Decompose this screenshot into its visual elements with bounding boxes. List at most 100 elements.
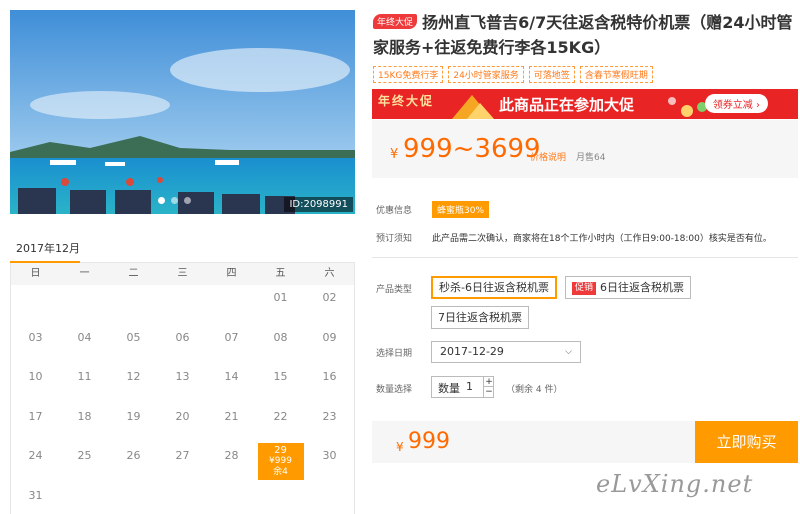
- beach-photo-graphic: [10, 10, 355, 214]
- price-box: ¥ 999~3699 价格说明 月售64: [372, 120, 798, 178]
- calendar-day-selected[interactable]: 29 ¥999 余4: [257, 443, 304, 481]
- feature-tag: 15KG免费行李: [373, 66, 444, 83]
- calendar-days: 01 02 03 04 05 06 07 08 09 10 11 12 13 1…: [11, 285, 354, 514]
- claim-coupon-button[interactable]: 领券立减 ›: [704, 94, 768, 113]
- promo-tag: 促销: [572, 282, 597, 295]
- quantity-label: 数量选择: [376, 385, 413, 395]
- calendar-day[interactable]: 30: [305, 443, 354, 483]
- date-select-value: 2017-12-29: [440, 345, 504, 358]
- calendar-day[interactable]: 21: [207, 404, 256, 444]
- promo-banner[interactable]: 年终大促 此商品正在参加大促 领券立减 ›: [372, 89, 798, 119]
- calendar-day[interactable]: 04: [60, 325, 109, 365]
- footer-currency: ¥: [396, 440, 404, 454]
- selected-day-price: ¥999: [269, 456, 292, 467]
- calendar-day[interactable]: 12: [109, 364, 158, 404]
- product-type-option-label: 秒杀-6日往返含税机票: [439, 281, 549, 294]
- discount-badge: 蜂蜜瓶30%: [432, 201, 490, 218]
- feature-tags: 15KG免费行李 24小时管家服务 可落地签 含春节寒假旺期: [373, 66, 653, 83]
- discount-label: 优惠信息: [376, 206, 413, 216]
- monthly-sold: 月售64: [576, 153, 606, 163]
- calendar-day[interactable]: 23: [305, 404, 354, 444]
- weekday-label: 一: [79, 268, 90, 279]
- calendar-day[interactable]: 03: [11, 325, 60, 365]
- weekday-label: 二: [128, 268, 139, 279]
- calendar-day[interactable]: 26: [109, 443, 158, 483]
- product-type-option[interactable]: 7日往返含税机票: [431, 306, 529, 329]
- calendar-day[interactable]: 01: [256, 285, 305, 325]
- calendar-weekday-row: 日 一 二 三 四 五 六: [11, 263, 354, 285]
- quantity-plus-button[interactable]: +: [483, 377, 494, 387]
- quantity-inner-label: 数量: [438, 382, 460, 395]
- calendar-day[interactable]: 07: [207, 325, 256, 365]
- booking-notes-label: 预订须知: [376, 234, 413, 244]
- calendar-empty-cell: [11, 285, 60, 325]
- calendar: 日 一 二 三 四 五 六 01 02 03 04 05 06 07 08 09…: [10, 263, 355, 514]
- weekday-label: 五: [275, 268, 286, 279]
- banner-text: 此商品正在参加大促: [499, 96, 635, 114]
- buy-now-button[interactable]: 立即购买: [695, 421, 798, 463]
- weekday-label: 日: [30, 268, 41, 279]
- calendar-day[interactable]: 16: [305, 364, 354, 404]
- product-title: 扬州直飞普吉6/7天往返含税特价机票（赠24小时管家服务+往返免费行李各15KG…: [373, 13, 793, 57]
- calendar-day[interactable]: 09: [305, 325, 354, 365]
- quantity-value[interactable]: 1: [466, 380, 473, 393]
- calendar-day[interactable]: 13: [158, 364, 207, 404]
- feature-tag: 含春节寒假旺期: [579, 66, 653, 83]
- product-title-block: 年终大促 扬州直飞普吉6/7天往返含税特价机票（赠24小时管家服务+往返免费行李…: [373, 10, 793, 60]
- calendar-empty-cell: [60, 285, 109, 325]
- calendar-day[interactable]: 18: [60, 404, 109, 444]
- calendar-day[interactable]: 17: [11, 404, 60, 444]
- weekday-label: 三: [177, 268, 188, 279]
- product-type-option-selected[interactable]: 秒杀-6日往返含税机票: [431, 276, 557, 299]
- carousel-dot[interactable]: [184, 197, 191, 204]
- watermark: eLvXing.net: [596, 470, 754, 498]
- calendar-empty-cell: [207, 285, 256, 325]
- calendar-day[interactable]: 24: [11, 443, 60, 483]
- weekday-label: 六: [324, 268, 335, 279]
- calendar-day[interactable]: 10: [11, 364, 60, 404]
- feature-tag: 可落地签: [528, 66, 575, 83]
- photo-id-label: ID:2098991: [284, 197, 353, 212]
- calendar-day[interactable]: 25: [60, 443, 109, 483]
- product-type-option-label: 6日往返含税机票: [600, 281, 685, 294]
- calendar-empty-cell: [109, 285, 158, 325]
- product-type-option[interactable]: 促销 6日往返含税机票: [565, 276, 692, 299]
- product-type-option-label: 7日往返含税机票: [438, 311, 522, 324]
- carousel-dot[interactable]: [171, 197, 178, 204]
- selected-day-stock: 余4: [273, 467, 288, 478]
- calendar-day[interactable]: 15: [256, 364, 305, 404]
- date-select[interactable]: 2017-12-29 ⌵: [431, 341, 581, 363]
- calendar-day[interactable]: 31: [11, 483, 60, 514]
- product-photo[interactable]: ID:2098991: [10, 10, 355, 214]
- price-currency: ¥: [390, 147, 399, 162]
- calendar-day[interactable]: 05: [109, 325, 158, 365]
- calendar-day[interactable]: 11: [60, 364, 109, 404]
- banner-seal: 年终大促: [378, 94, 435, 108]
- footer-price: 999: [408, 429, 450, 454]
- feature-tag: 24小时管家服务: [448, 66, 524, 83]
- calendar-month-tab[interactable]: 2017年12月: [10, 240, 80, 263]
- quantity-stepper[interactable]: 数量 1 + −: [431, 376, 494, 398]
- carousel-dot[interactable]: [158, 197, 165, 204]
- buy-bar: ¥ 999 立即购买: [372, 421, 798, 463]
- calendar-day[interactable]: 28: [207, 443, 256, 483]
- weekday-label: 四: [226, 268, 237, 279]
- selected-day-number: 29: [274, 445, 287, 457]
- calendar-day[interactable]: 08: [256, 325, 305, 365]
- remaining-stock: （剩余 4 件）: [506, 385, 563, 395]
- calendar-empty-cell: [158, 285, 207, 325]
- booking-notes-text: 此产品需二次确认，商家将在18个工作小时内（工作日9:00-18:00）核实是否…: [432, 234, 772, 244]
- price-range: 999~3699: [403, 134, 541, 164]
- calendar-day[interactable]: 19: [109, 404, 158, 444]
- calendar-day[interactable]: 20: [158, 404, 207, 444]
- calendar-day[interactable]: 27: [158, 443, 207, 483]
- calendar-day[interactable]: 06: [158, 325, 207, 365]
- quantity-minus-button[interactable]: −: [483, 387, 494, 397]
- price-explain-link[interactable]: 价格说明: [530, 150, 566, 163]
- hot-promo-badge: 年终大促: [373, 14, 418, 29]
- chevron-down-icon: ⌵: [565, 347, 572, 357]
- calendar-day[interactable]: 14: [207, 364, 256, 404]
- calendar-day[interactable]: 02: [305, 285, 354, 325]
- carousel-dots[interactable]: [158, 197, 191, 204]
- calendar-day[interactable]: 22: [256, 404, 305, 444]
